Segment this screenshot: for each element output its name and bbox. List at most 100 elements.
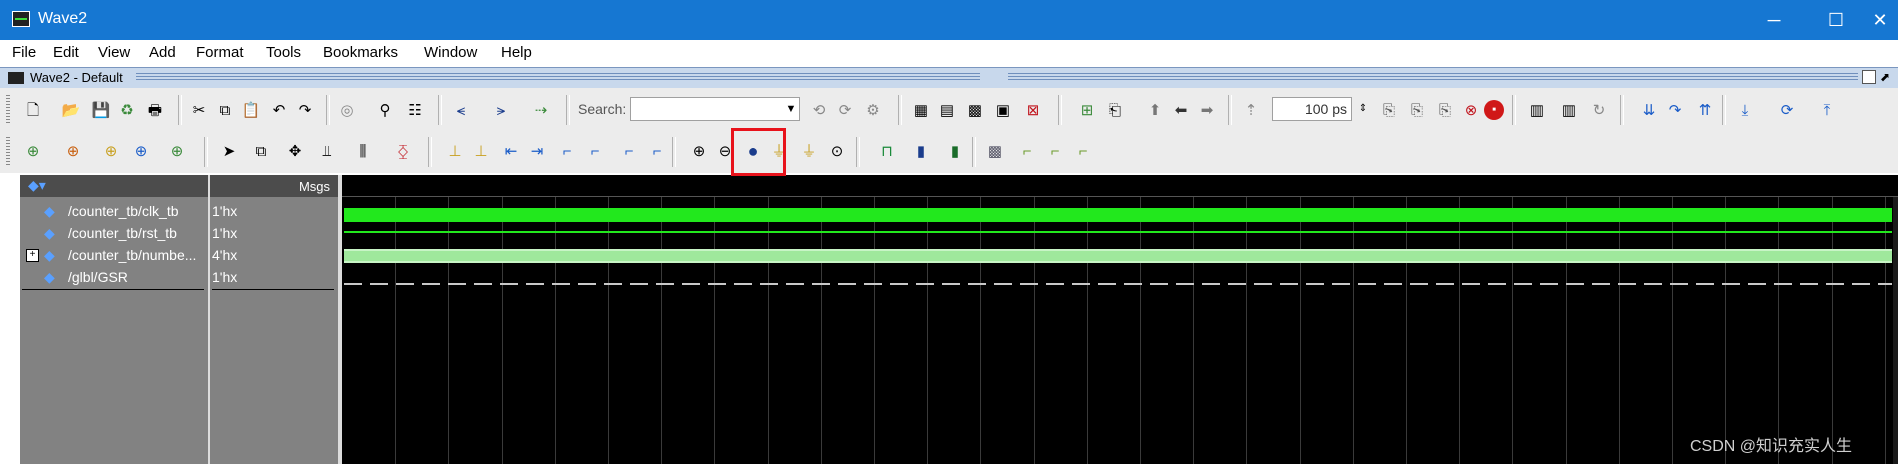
dock-icon[interactable] xyxy=(1862,70,1876,84)
run-all-icon[interactable]: ⎘ xyxy=(1434,99,1456,121)
signal-row[interactable]: ◆ /glbl/GSR xyxy=(20,267,208,289)
zoom-between-cursors-icon[interactable]: ⏚ xyxy=(798,140,820,162)
zoom-range-icon[interactable]: ⊙ xyxy=(826,140,848,162)
insert-breakpoint-icon[interactable]: ⊕ xyxy=(100,140,122,162)
step-loop-icon[interactable]: ⟳ xyxy=(1776,99,1798,121)
redo-icon[interactable]: ↷ xyxy=(294,99,316,121)
signal-filter-icon[interactable]: ◆▾ xyxy=(28,177,46,194)
new-file-icon[interactable]: 🗋 xyxy=(22,99,44,121)
dataflow-icon[interactable]: ⧰ xyxy=(392,140,414,162)
expand-plus-icon[interactable]: + xyxy=(26,249,39,262)
delete-cursor-icon[interactable]: ⊥ xyxy=(470,140,492,162)
waveform-pane[interactable] xyxy=(342,175,1898,464)
undo-icon[interactable]: ↶ xyxy=(268,99,290,121)
step-down-icon[interactable]: ⤓ xyxy=(1734,99,1756,121)
reload-icon[interactable]: ♻ xyxy=(116,99,138,121)
run-length-input[interactable]: 100 ps xyxy=(1272,97,1352,121)
memory-icon[interactable]: ▣ xyxy=(992,99,1014,121)
search-options-icon[interactable]: ⚙ xyxy=(862,99,884,121)
search-next-icon[interactable]: ⟳ xyxy=(834,99,856,121)
menu-format[interactable]: Format xyxy=(196,44,244,61)
close-button[interactable]: ✕ xyxy=(1862,0,1898,40)
paste-icon[interactable]: 📋 xyxy=(240,99,262,121)
wave-style-rise-icon[interactable]: ⌐ xyxy=(1016,140,1038,162)
wave-print-icon[interactable]: ▥ xyxy=(1558,99,1580,121)
insert-virtual-icon[interactable]: ⊕ xyxy=(166,140,188,162)
step-up-icon[interactable]: ⬆ xyxy=(1144,99,1166,121)
signal-row[interactable]: + ◆ /counter_tb/numbe... xyxy=(20,245,208,267)
next-edge-icon[interactable]: ⇥ xyxy=(526,140,548,162)
insert-divider-icon[interactable]: ⊕ xyxy=(62,140,84,162)
zoom-in-icon[interactable]: ⊕ xyxy=(688,140,710,162)
signal-row[interactable]: ◆ /counter_tb/rst_tb xyxy=(20,223,208,245)
copy-icon[interactable]: ⧉ xyxy=(214,99,236,121)
wave-style-fall-icon[interactable]: ⌐ xyxy=(1072,140,1094,162)
open-folder-icon[interactable]: 📂 xyxy=(60,99,82,121)
continue-icon[interactable]: ⎘ xyxy=(1406,99,1428,121)
insert-cursor-icon[interactable]: ⊥ xyxy=(444,140,466,162)
run-icon[interactable]: ⎘ xyxy=(1378,99,1400,121)
run-length-spinner-icon[interactable]: ⇕ xyxy=(1352,98,1374,120)
menu-tools[interactable]: Tools xyxy=(266,44,301,61)
cursor-line-icon[interactable]: ⊓ xyxy=(876,140,898,162)
find-fall-icon[interactable]: ⌐ xyxy=(584,140,606,162)
insert-signal-icon[interactable]: ⊕ xyxy=(22,140,44,162)
trace-back-icon[interactable]: ⪪ xyxy=(450,99,472,121)
trace-forward-icon[interactable]: ⪫ xyxy=(490,99,512,121)
search-dropdown-icon[interactable]: ▼ xyxy=(780,98,802,120)
find-binoculars-icon[interactable]: ⚲ xyxy=(374,99,396,121)
undock-icon[interactable]: ⬈ xyxy=(1880,70,1894,84)
find-change-icon[interactable]: ⌐ xyxy=(618,140,640,162)
find-any-icon[interactable]: ⌐ xyxy=(646,140,668,162)
refresh-wave-icon[interactable]: ↻ xyxy=(1588,99,1610,121)
wave-style-solid-icon[interactable]: ▩ xyxy=(984,140,1006,162)
cut-icon[interactable]: ✂ xyxy=(188,99,210,121)
signal-row[interactable]: ◆ /counter_tb/clk_tb xyxy=(20,201,208,223)
prev-edge-icon[interactable]: ⇤ xyxy=(500,140,522,162)
maximize-button[interactable]: ☐ xyxy=(1810,0,1862,40)
add-wave-icon[interactable]: ⊞ xyxy=(1076,99,1098,121)
menu-file[interactable]: File xyxy=(12,44,36,61)
layout-icon[interactable]: ▦ xyxy=(910,99,932,121)
pane-splitter[interactable] xyxy=(208,175,210,464)
menu-bookmarks[interactable]: Bookmarks xyxy=(323,44,398,61)
restart-icon[interactable]: ⇡ xyxy=(1240,99,1262,121)
print-icon[interactable]: 🖶 xyxy=(144,99,166,121)
search-prev-icon[interactable]: ⟲ xyxy=(808,99,830,121)
menu-view[interactable]: View xyxy=(98,44,130,61)
hierarchy-icon[interactable]: ☷ xyxy=(404,99,426,121)
menu-help[interactable]: Help xyxy=(501,44,532,61)
step-top-icon[interactable]: ⤒ xyxy=(1816,99,1838,121)
wave-vertical-scrollbar[interactable] xyxy=(1893,197,1898,464)
insert-group-icon[interactable]: ⊕ xyxy=(130,140,152,162)
wave-style-step-icon[interactable]: ⌐ xyxy=(1044,140,1066,162)
cursor-bar-icon[interactable]: ▮ xyxy=(910,140,932,162)
minimize-button[interactable]: ─ xyxy=(1748,0,1800,40)
step-back-icon[interactable]: ⬅ xyxy=(1170,99,1192,121)
search-input[interactable] xyxy=(630,97,800,121)
trace-input-icon[interactable]: ⇢ xyxy=(530,99,552,121)
menu-edit[interactable]: Edit xyxy=(53,44,79,61)
wave-compare-icon[interactable]: ▥ xyxy=(1526,99,1548,121)
menu-add[interactable]: Add xyxy=(149,44,176,61)
edit-mode-icon[interactable]: ⫫ xyxy=(316,140,338,162)
select-mode-icon[interactable]: ➤ xyxy=(218,140,240,162)
break-icon[interactable]: ⊗ xyxy=(1460,99,1482,121)
step-forward-icon[interactable]: ➡ xyxy=(1196,99,1218,121)
list-icon[interactable]: ▤ xyxy=(936,99,958,121)
find-rise-icon[interactable]: ⌐ xyxy=(556,140,578,162)
step-out-icon[interactable]: ⇈ xyxy=(1694,99,1716,121)
cursor-lock-icon[interactable]: ▮ xyxy=(944,140,966,162)
menu-window[interactable]: Window xyxy=(424,44,477,61)
step-over-icon[interactable]: ↷ xyxy=(1664,99,1686,121)
zoom-mode-icon[interactable]: ⧉ xyxy=(250,140,272,162)
close-window-icon[interactable]: ⊠ xyxy=(1022,99,1044,121)
help-circle-icon[interactable]: ◎ xyxy=(336,99,358,121)
stop-icon[interactable]: ■ xyxy=(1484,100,1504,120)
wave-edit-icon[interactable]: ⫼ xyxy=(352,140,374,162)
compile-icon[interactable]: ⎗ xyxy=(1104,99,1126,121)
save-icon[interactable]: 💾 xyxy=(90,99,112,121)
pan-mode-icon[interactable]: ✥ xyxy=(284,140,306,162)
step-into-icon[interactable]: ⇊ xyxy=(1638,99,1660,121)
grid-icon[interactable]: ▩ xyxy=(964,99,986,121)
